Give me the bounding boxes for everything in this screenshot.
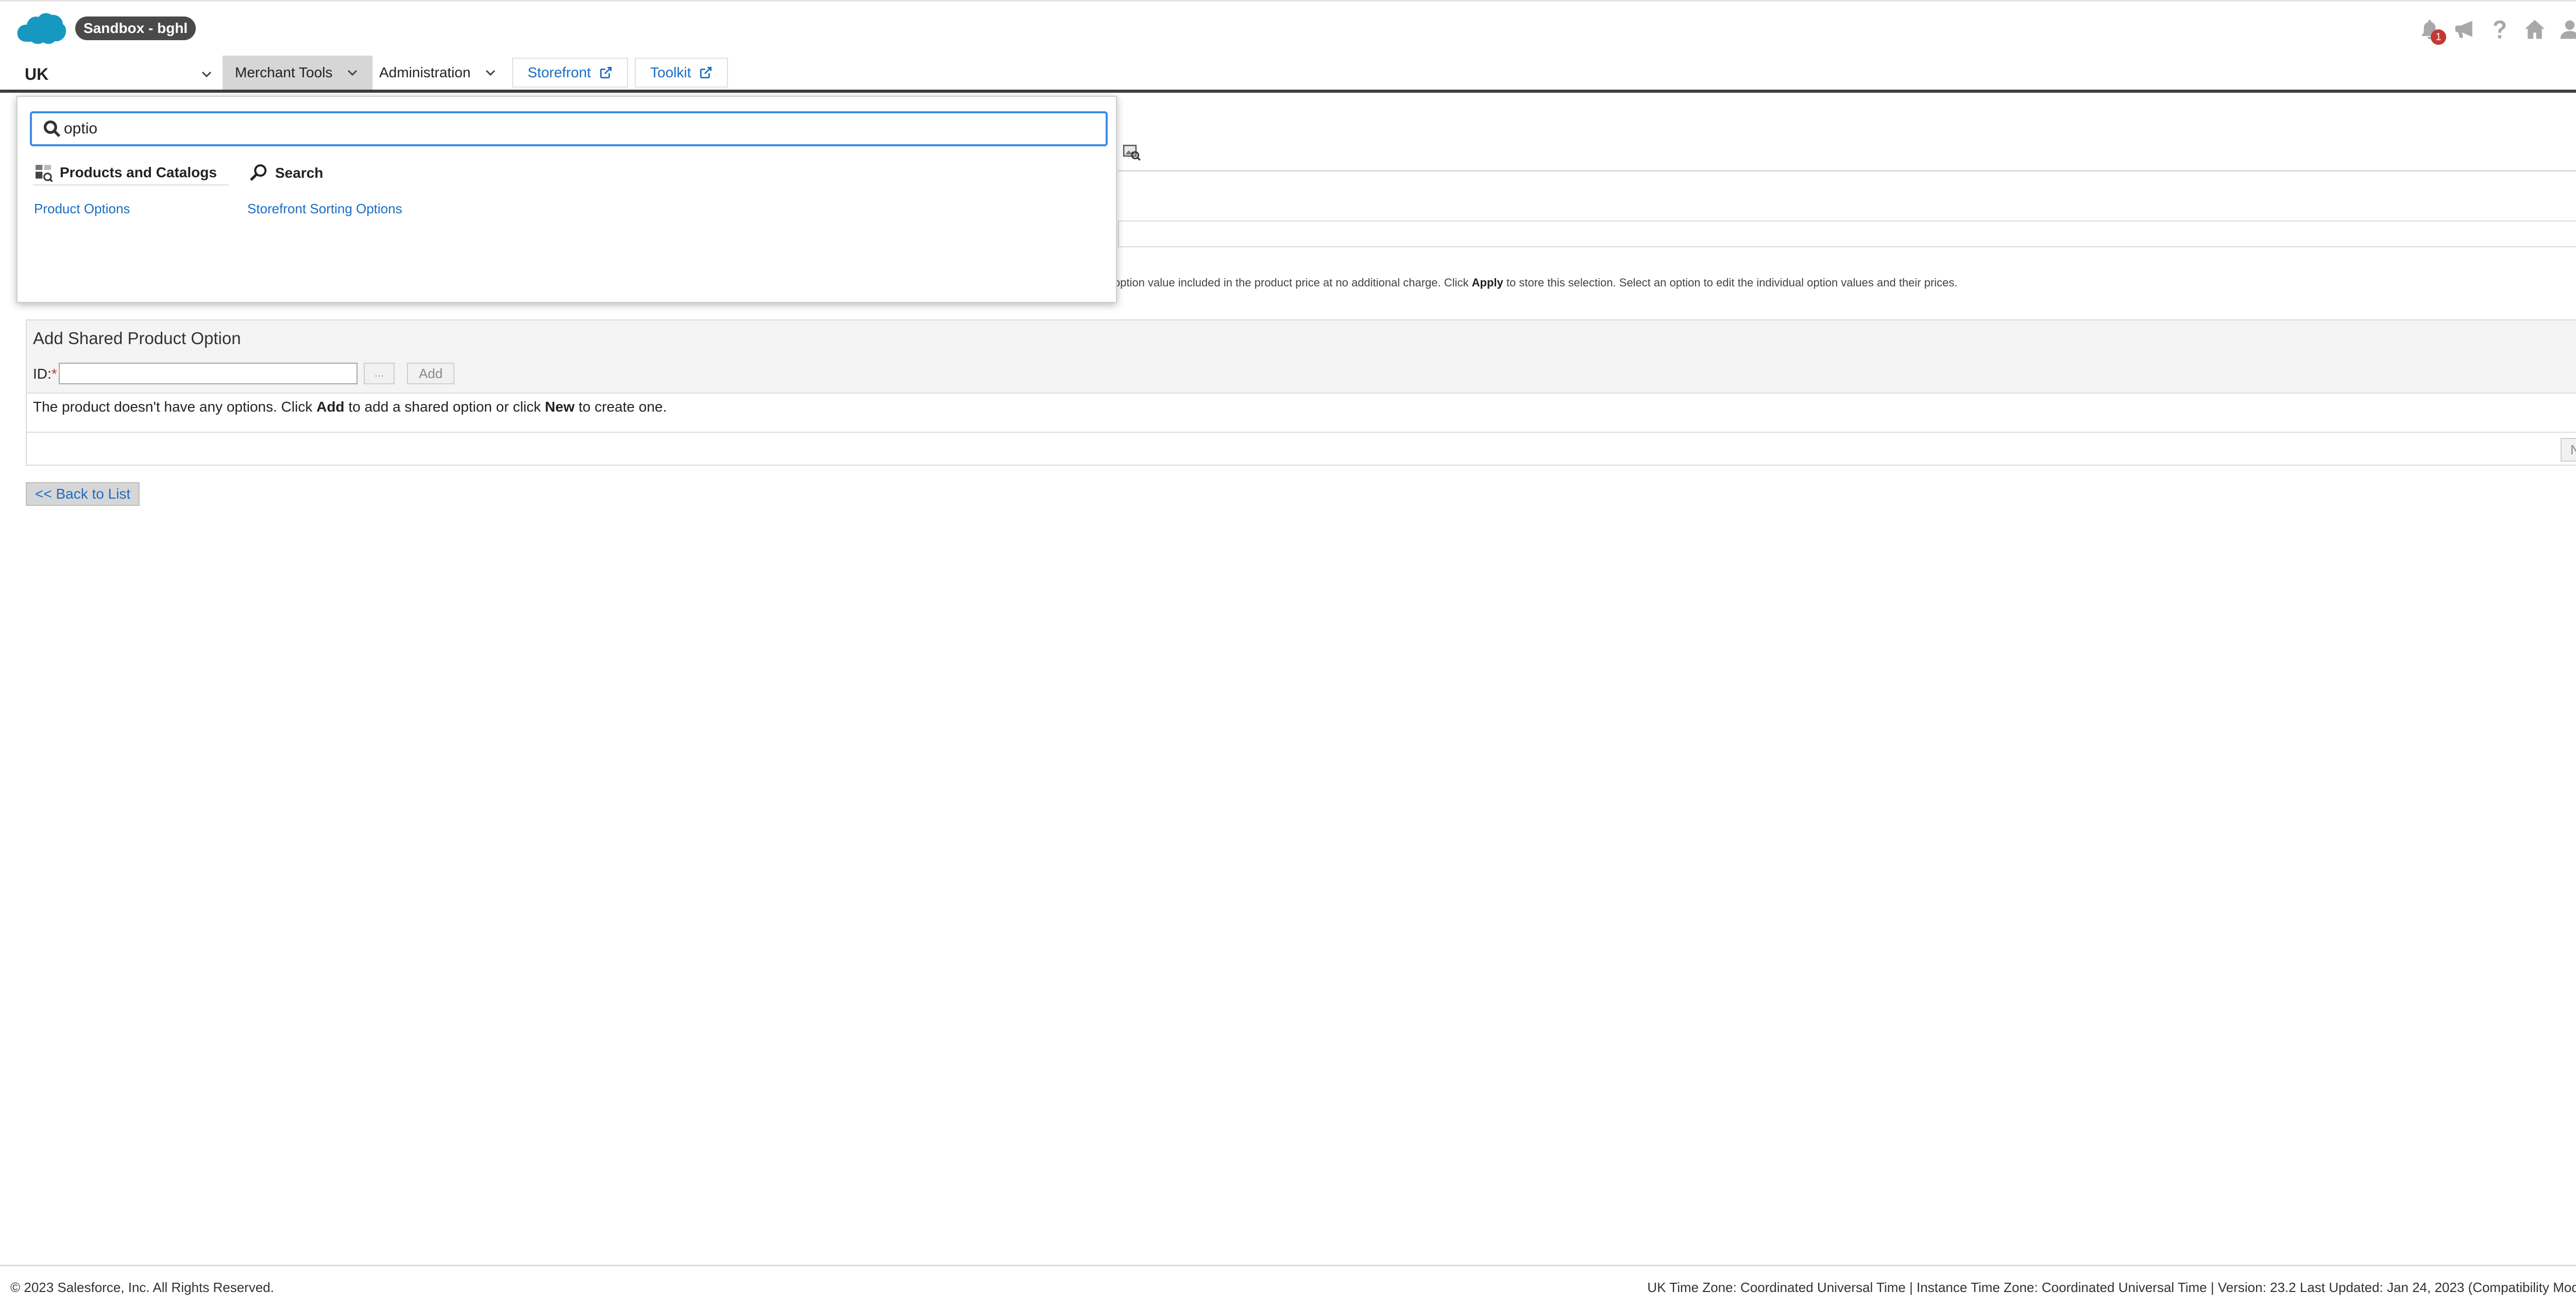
section-divider bbox=[1118, 170, 2576, 172]
external-link-icon bbox=[600, 66, 612, 79]
salesforce-logo-icon[interactable] bbox=[15, 10, 67, 46]
notification-count-badge: 1 bbox=[2431, 29, 2446, 45]
result-group-heading: Search bbox=[248, 163, 351, 185]
megaphone-icon bbox=[2455, 21, 2472, 38]
no-options-message: The product doesn't have any options. Cl… bbox=[33, 399, 667, 415]
administration-label: Administration bbox=[379, 64, 471, 80]
toolkit-label: Toolkit bbox=[650, 64, 691, 80]
chevron-down-icon bbox=[483, 65, 498, 80]
user-icon bbox=[2560, 20, 2576, 39]
chevron-down-icon bbox=[199, 66, 214, 82]
administration-menu[interactable]: Administration bbox=[367, 56, 511, 90]
page-footer: © 2023 Salesforce, Inc. All Rights Reser… bbox=[0, 1265, 2576, 1309]
merchant-tools-menu[interactable]: Merchant Tools bbox=[223, 56, 373, 90]
home-icon bbox=[2524, 20, 2545, 39]
add-shared-product-option-panel: Add Shared Product Option ID:* ... Add T… bbox=[26, 319, 2576, 466]
result-link-product-options[interactable]: Product Options bbox=[34, 201, 130, 217]
menu-search-input[interactable] bbox=[64, 114, 1043, 143]
storefront-link[interactable]: Storefront bbox=[512, 58, 628, 88]
announcements-button[interactable] bbox=[2453, 16, 2476, 43]
shared-option-id-input[interactable] bbox=[59, 363, 358, 384]
external-link-icon bbox=[700, 66, 712, 79]
options-help-text: option value included in the product pri… bbox=[1114, 276, 1958, 289]
search-icon bbox=[43, 120, 61, 138]
site-selector[interactable]: UK bbox=[18, 59, 222, 90]
id-field-label: ID:* bbox=[33, 366, 57, 382]
shared-option-title: Add Shared Product Option bbox=[33, 329, 241, 348]
result-group-heading: Products and Catalogs bbox=[33, 163, 229, 185]
site-selector-value: UK bbox=[25, 64, 49, 83]
new-option-button[interactable]: New bbox=[2561, 438, 2576, 462]
option-summary-box bbox=[1118, 220, 2576, 247]
storefront-label: Storefront bbox=[528, 64, 591, 80]
chevron-down-icon bbox=[345, 65, 360, 80]
toolkit-link[interactable]: Toolkit bbox=[635, 58, 728, 88]
main-navigation: UK Merchant Tools Administration Storefr… bbox=[0, 56, 2576, 93]
result-group-search: Search bbox=[248, 163, 351, 185]
user-profile-button[interactable] bbox=[2558, 16, 2576, 43]
sandbox-badge: Sandbox - bghl bbox=[75, 16, 196, 40]
result-link-storefront-sorting-options[interactable]: Storefront Sorting Options bbox=[247, 201, 402, 217]
product-image-icon[interactable] bbox=[1122, 142, 1142, 162]
browse-options-button[interactable]: ... bbox=[364, 363, 395, 384]
copyright-text: © 2023 Salesforce, Inc. All Rights Reser… bbox=[10, 1280, 274, 1295]
menu-search-dropdown: Products and Catalogs Product Options Se… bbox=[16, 96, 1117, 303]
instance-info-text: UK Time Zone: Coordinated Universal Time… bbox=[1647, 1280, 2576, 1295]
menu-search-field[interactable] bbox=[30, 111, 1108, 146]
app-header: Sandbox - bghl 1 bbox=[0, 0, 2576, 56]
help-icon bbox=[2494, 20, 2506, 39]
home-button[interactable] bbox=[2523, 16, 2546, 43]
help-button[interactable] bbox=[2488, 16, 2511, 43]
result-group-products-catalogs: Products and Catalogs bbox=[33, 163, 229, 185]
shared-option-header: Add Shared Product Option ID:* ... Add bbox=[27, 320, 2576, 394]
shared-option-footer: New bbox=[27, 432, 2576, 466]
notifications-button[interactable]: 1 bbox=[2418, 16, 2446, 45]
merchant-tools-label: Merchant Tools bbox=[235, 64, 333, 80]
products-catalogs-icon bbox=[36, 165, 53, 182]
search-magnifier-icon bbox=[250, 164, 267, 181]
required-marker: * bbox=[51, 366, 57, 382]
back-to-list-button[interactable]: << Back to List bbox=[26, 482, 140, 506]
header-actions: 1 bbox=[2418, 13, 2576, 46]
add-option-button[interactable]: Add bbox=[407, 363, 454, 384]
